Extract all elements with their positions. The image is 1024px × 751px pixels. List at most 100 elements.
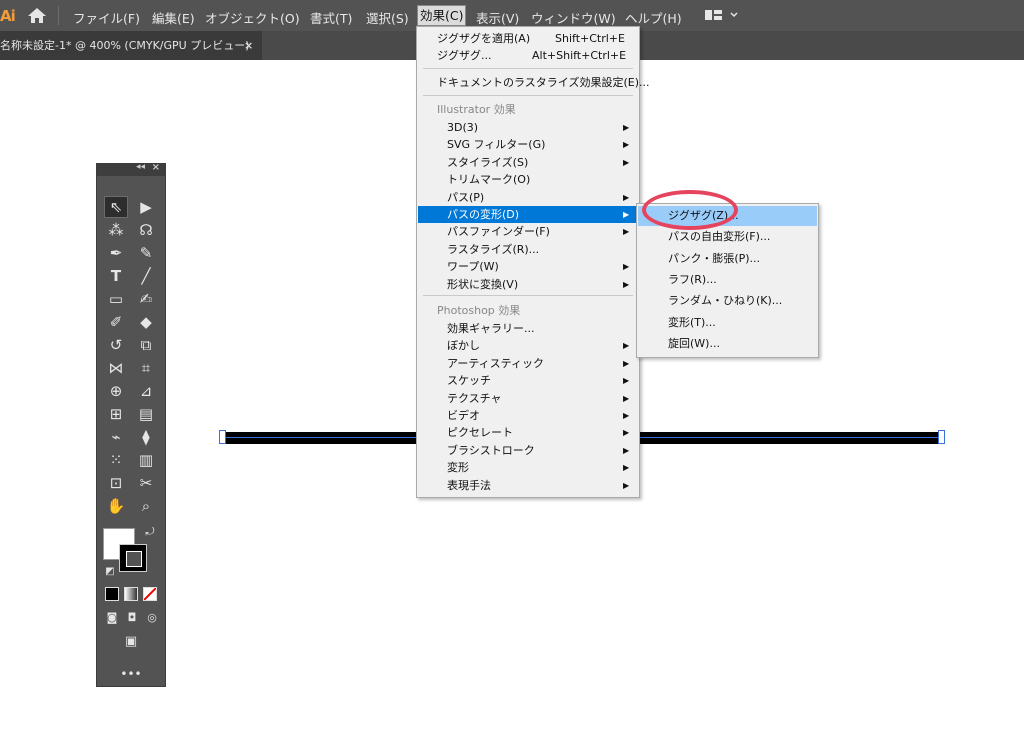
swap-fill-stroke-icon[interactable]: ⤾ [139,522,161,542]
menu-shortcut: Alt+Shift+Ctrl+E [532,49,627,62]
submenu-item-1[interactable]: パスの自由変形(F)... [638,227,817,247]
workspace-switcher-icon[interactable] [705,9,741,21]
menu-edit[interactable]: 編集(E) [152,8,195,27]
blend-tool-icon[interactable]: ⧫ [135,427,157,447]
line-tool-icon[interactable]: ╱ [135,266,157,286]
menu-item-zigzag-options[interactable]: ジグザグ... Alt+Shift+Ctrl+E [418,47,638,64]
menu-item-illustrator-2[interactable]: スタイライズ(S) ▶ [418,154,638,171]
anchor-point-left[interactable] [219,430,226,444]
menu-item-photoshop-5[interactable]: ビデオ ▶ [418,407,638,424]
menu-item-document-raster-settings[interactable]: ドキュメントのラスタライズ効果設定(E)... [418,74,649,91]
collapse-icon[interactable]: ◂◂ [136,162,145,172]
rotate-tool-icon[interactable]: ↺ [105,335,127,355]
perspective-grid-tool-icon[interactable]: ⊿ [135,381,157,401]
eraser-tool-icon[interactable]: ◆ [135,312,157,332]
submenu-item-6[interactable]: 旋回(W)... [638,334,817,354]
menu-item-label: 形状に変換(V) [447,277,519,291]
draw-behind-icon[interactable]: ◘ [121,608,143,628]
menu-item-illustrator-3[interactable]: トリムマーク(O) [418,171,638,188]
tools-panel: ◂◂ × ⇖ ▶ ⁂ ☊ ✒ ✎ T ╱ ▭ ✍ ✐ ◆ ↺ ⧉ ⋈ ⌗ ⊕ ⊿… [96,162,166,687]
tools-panel-header[interactable]: ◂◂ × [97,162,165,176]
menu-item-label: ラスタライズ(R)... [447,242,540,256]
submenu-arrow-icon: ▶ [623,279,630,289]
menu-window[interactable]: ウィンドウ(W) [531,8,616,27]
menu-item-illustrator-5[interactable]: パスの変形(D) ▶ [418,206,638,223]
column-graph-tool-icon[interactable]: ▥ [135,450,157,470]
close-icon[interactable]: × [244,31,253,60]
draw-normal-icon[interactable]: ◙ [101,608,123,628]
menu-object[interactable]: オブジェクト(O) [205,8,300,27]
menu-item-illustrator-1[interactable]: SVG フィルター(G) ▶ [418,136,638,153]
mesh-tool-icon[interactable]: ⊞ [105,404,127,424]
menu-item-label: ラフ(R)... [668,272,717,286]
gradient-mode-icon[interactable] [124,587,138,601]
stroke-swatch[interactable] [119,544,147,572]
shape-builder-tool-icon[interactable]: ⊕ [105,381,127,401]
selection-tool-icon[interactable]: ⇖ [104,196,128,218]
direct-selection-tool-icon[interactable]: ▶ [135,197,157,217]
symbol-sprayer-tool-icon[interactable]: ⁙ [105,450,127,470]
menu-file[interactable]: ファイル(F) [73,8,140,27]
screen-mode-icon[interactable]: ▣ [120,632,142,652]
menu-item-illustrator-0[interactable]: 3D(3) ▶ [418,119,638,136]
illustrator-effects-header: Illustrator 効果 [418,101,638,118]
pen-tool-icon[interactable]: ✒ [105,243,127,263]
lasso-tool-icon[interactable]: ☊ [135,220,157,240]
menu-select[interactable]: 選択(S) [366,8,409,27]
home-icon[interactable] [28,8,46,23]
rectangle-tool-icon[interactable]: ▭ [105,289,127,309]
submenu-item-2[interactable]: パンク・膨張(P)... [638,249,817,269]
submenu-item-3[interactable]: ラフ(R)... [638,270,817,290]
zoom-tool-icon[interactable]: ⌕ [135,496,157,516]
submenu-arrow-icon: ▶ [623,341,630,351]
menu-item-photoshop-0[interactable]: 効果ギャラリー... [418,320,638,337]
menu-item-illustrator-6[interactable]: パスファインダー(F) ▶ [418,223,638,240]
paintbrush-tool-icon[interactable]: ✍ [135,289,157,309]
menu-item-photoshop-3[interactable]: スケッチ ▶ [418,372,638,389]
menu-item-illustrator-9[interactable]: 形状に変換(V) ▶ [418,276,638,293]
menu-type[interactable]: 書式(T) [310,8,352,27]
menu-item-photoshop-1[interactable]: ぼかし ▶ [418,337,638,354]
curvature-tool-icon[interactable]: ✎ [135,243,157,263]
artboard-tool-icon[interactable]: ⊡ [105,473,127,493]
eyedropper-tool-icon[interactable]: ⌁ [105,427,127,447]
magic-wand-tool-icon[interactable]: ⁂ [105,220,127,240]
menu-item-illustrator-4[interactable]: パス(P) ▶ [418,189,638,206]
submenu-item-5[interactable]: 変形(T)... [638,313,817,333]
menu-item-photoshop-4[interactable]: テクスチャ ▶ [418,390,638,407]
edit-toolbar-icon[interactable]: ••• [120,664,142,684]
width-tool-icon[interactable]: ⋈ [105,358,127,378]
default-fill-stroke-icon[interactable]: ◩ [99,562,121,582]
menu-help[interactable]: ヘルプ(H) [625,8,682,27]
submenu-item-4[interactable]: ランダム・ひねり(K)... [638,291,817,311]
menu-item-photoshop-8[interactable]: 変形 ▶ [418,459,638,476]
submenu-arrow-icon: ▶ [623,210,630,219]
none-mode-icon[interactable] [143,587,157,601]
app-logo: Ai [0,7,16,25]
photoshop-effects-header: Photoshop 効果 [418,302,638,319]
menu-item-illustrator-8[interactable]: ワープ(W) ▶ [418,258,638,275]
anchor-point-right[interactable] [938,430,945,444]
close-panel-icon[interactable]: × [152,162,160,173]
color-mode-icon[interactable] [105,587,119,601]
menu-item-apply-zigzag[interactable]: ジグザグを適用(A) Shift+Ctrl+E [418,30,638,47]
menu-view[interactable]: 表示(V) [476,8,519,27]
menu-item-label: スタイライズ(S) [447,155,529,169]
submenu-arrow-icon: ▶ [623,157,630,167]
menu-item-illustrator-7[interactable]: ラスタライズ(R)... [418,241,638,258]
draw-inside-icon[interactable]: ◎ [141,608,163,628]
menu-item-photoshop-9[interactable]: 表現手法 ▶ [418,477,638,494]
hand-tool-icon[interactable]: ✋ [105,496,127,516]
submenu-arrow-icon: ▶ [623,411,630,420]
gradient-tool-icon[interactable]: ▤ [135,404,157,424]
menu-item-photoshop-6[interactable]: ピクセレート ▶ [418,424,638,441]
shaper-tool-icon[interactable]: ✐ [105,312,127,332]
menu-effect[interactable]: 効果(C) [417,5,467,26]
slice-tool-icon[interactable]: ✂ [135,473,157,493]
free-transform-tool-icon[interactable]: ⌗ [135,358,157,378]
document-tab[interactable]: 名称未設定-1* @ 400% (CMYK/GPU プレビュー) × [0,31,262,60]
scale-tool-icon[interactable]: ⧉ [135,335,157,355]
menu-item-photoshop-2[interactable]: アーティスティック ▶ [418,355,638,372]
type-tool-icon[interactable]: T [105,266,127,286]
menu-item-photoshop-7[interactable]: ブラシストローク ▶ [418,442,638,459]
